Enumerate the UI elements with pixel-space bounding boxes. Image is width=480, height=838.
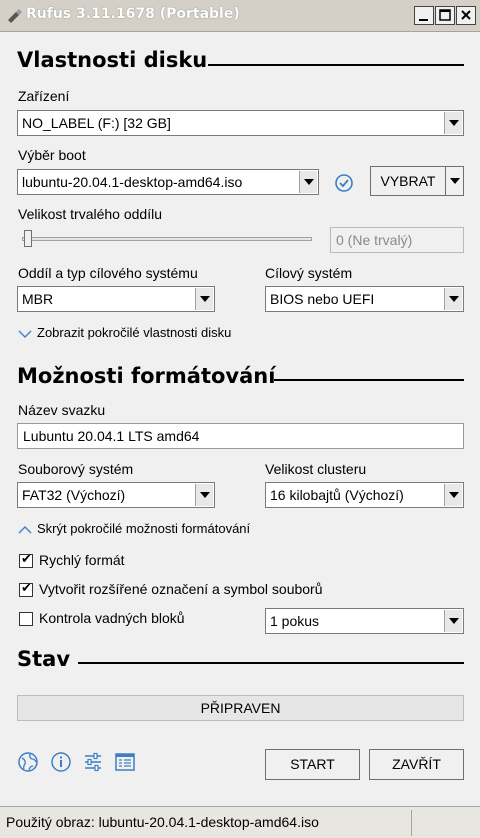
hide-advanced-format-label: Skrýt pokročilé možnosti formátování	[37, 521, 251, 536]
volume-label-input[interactable]: Lubuntu 20.04.1 LTS amd64	[17, 423, 464, 449]
chevron-down-icon	[444, 288, 462, 310]
chevron-down-icon	[449, 178, 460, 184]
close-window-button[interactable]	[456, 6, 476, 25]
boot-selection-label: Výběr boot	[18, 147, 86, 163]
quick-format-label: Rychlý formát	[39, 552, 125, 568]
chevron-down-icon	[195, 484, 213, 506]
partition-scheme-value: MBR	[22, 291, 54, 307]
device-label: Zařízení	[18, 88, 70, 104]
passes-select[interactable]: 1 pokus	[265, 608, 464, 634]
chevron-down-icon	[195, 288, 213, 310]
bad-blocks-checkbox[interactable]	[19, 612, 33, 626]
device-select[interactable]: NO_LABEL (F:) [32 GB]	[17, 110, 464, 136]
close-icon	[461, 10, 471, 20]
chevron-down-icon	[299, 171, 317, 193]
bad-blocks-label: Kontrola vadných bloků	[39, 610, 185, 626]
section-divider	[208, 64, 464, 66]
maximize-icon	[439, 9, 451, 21]
chevron-up-icon	[18, 526, 32, 534]
status-bar-divider	[411, 810, 412, 836]
partition-scheme-select[interactable]: MBR	[17, 286, 215, 312]
extended-label-checkbox[interactable]	[19, 581, 33, 597]
maximize-button[interactable]	[435, 6, 455, 25]
select-dropdown-button[interactable]	[445, 166, 464, 196]
extended-label-text: Vytvořit rozšířené označení a symbol sou…	[39, 581, 323, 597]
file-system-select[interactable]: FAT32 (Výchozí)	[17, 482, 215, 508]
status-progress-bar: PŘIPRAVEN	[17, 695, 464, 721]
check-hash-icon[interactable]	[334, 173, 354, 193]
chevron-down-icon	[18, 330, 32, 338]
status-bar: Použitý obraz: lubuntu-20.04.1-desktop-a…	[0, 806, 480, 838]
partition-scheme-label: Oddíl a typ cílového systému	[18, 265, 198, 281]
info-icon[interactable]	[50, 751, 72, 773]
window-title: Rufus 3.11.1678 (Portable)	[26, 6, 240, 22]
disk-properties-heading: Vlastnosti disku	[17, 48, 208, 72]
persistent-size-label: Velikost trvalého oddílu	[18, 206, 162, 222]
persistent-size-field: 0 (Ne trvalý)	[330, 227, 464, 253]
volume-label-label: Název svazku	[18, 402, 106, 418]
passes-value: 1 pokus	[270, 613, 320, 629]
boot-select[interactable]: lubuntu-20.04.1-desktop-amd64.iso	[17, 169, 319, 195]
quick-format-checkbox[interactable]	[19, 552, 33, 568]
persistent-size-slider[interactable]	[22, 237, 312, 241]
select-image-button[interactable]: VYBRAT	[370, 166, 446, 196]
minimize-button[interactable]	[414, 6, 434, 25]
status-bar-text: Použitý obraz: lubuntu-20.04.1-desktop-a…	[6, 814, 319, 830]
cluster-size-label: Velikost clusteru	[265, 461, 367, 477]
target-system-select[interactable]: BIOS nebo UEFI	[265, 286, 464, 312]
cluster-size-select[interactable]: 16 kilobajtů (Výchozí)	[265, 482, 464, 508]
close-button[interactable]: ZAVŘÍT	[369, 749, 464, 780]
boot-value: lubuntu-20.04.1-desktop-amd64.iso	[22, 174, 243, 190]
device-value: NO_LABEL (F:) [32 GB]	[22, 115, 171, 131]
title-bar: Rufus 3.11.1678 (Portable)	[0, 0, 480, 32]
format-options-heading: Možnosti formátování	[17, 364, 276, 388]
file-system-label: Souborový systém	[18, 461, 134, 477]
section-divider	[274, 379, 464, 381]
chevron-down-icon	[444, 610, 462, 632]
start-button[interactable]: START	[265, 749, 360, 780]
usb-drive-icon	[8, 9, 22, 23]
log-icon[interactable]	[114, 751, 136, 773]
chevron-down-icon	[444, 112, 462, 134]
target-system-value: BIOS nebo UEFI	[270, 291, 375, 307]
target-system-label: Cílový systém	[265, 265, 353, 281]
show-advanced-disk-label: Zobrazit pokročilé vlastnosti disku	[37, 325, 232, 340]
file-system-value: FAT32 (Výchozí)	[22, 487, 126, 503]
chevron-down-icon	[444, 484, 462, 506]
section-divider	[78, 662, 464, 664]
status-heading: Stav	[17, 647, 71, 671]
globe-icon[interactable]	[17, 751, 39, 773]
slider-thumb[interactable]	[24, 230, 32, 247]
cluster-size-value: 16 kilobajtů (Výchozí)	[270, 487, 404, 503]
minimize-icon	[419, 19, 428, 21]
settings-sliders-icon[interactable]	[82, 751, 104, 773]
